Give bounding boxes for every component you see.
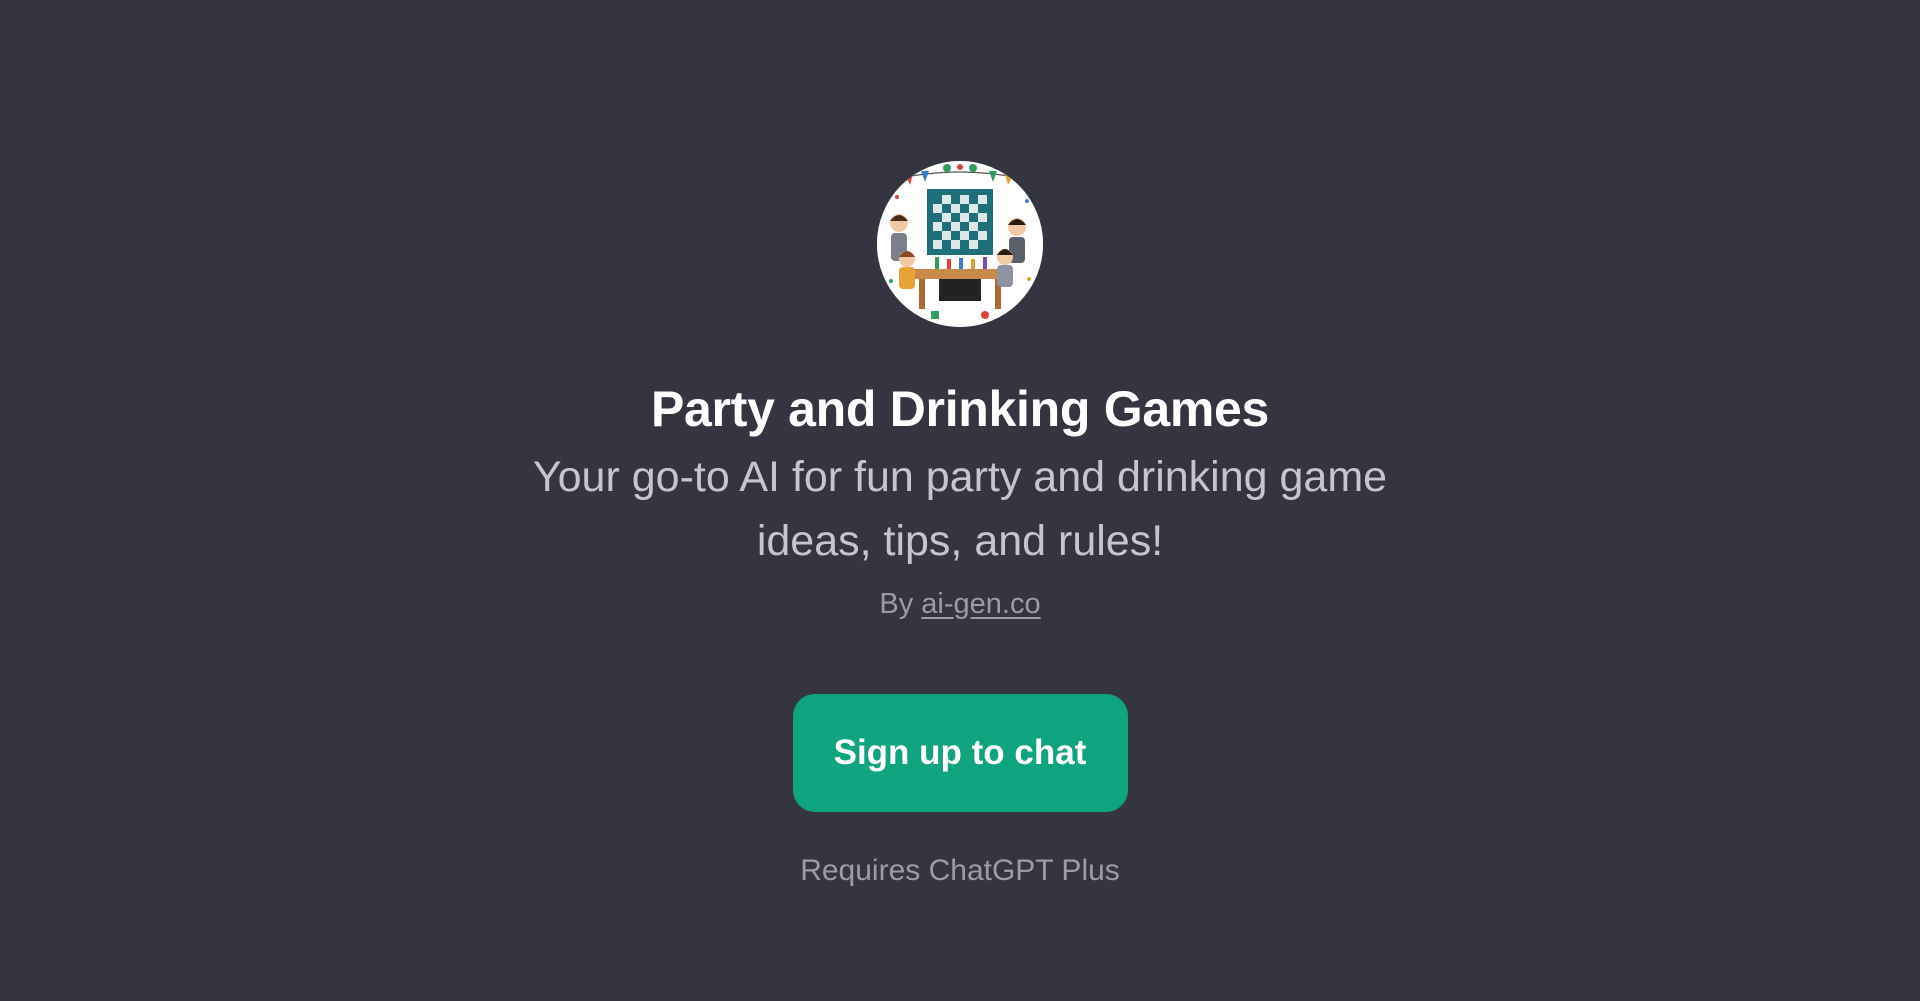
plan-requirement-note: Requires ChatGPT Plus	[800, 854, 1120, 887]
author-link[interactable]: ai-gen.co	[921, 588, 1040, 620]
sign-up-to-chat-button[interactable]: Sign up to chat	[792, 694, 1128, 812]
gpt-title: Party and Drinking Games	[651, 381, 1269, 437]
party-games-illustration-icon	[877, 161, 1043, 327]
gpt-description: Your go-to AI for fun party and drinking…	[532, 453, 1388, 565]
gpt-avatar	[877, 161, 1043, 327]
gpt-landing-page: Party and Drinking Games Your go-to AI f…	[0, 0, 1920, 1001]
byline-prefix: By	[879, 588, 914, 620]
author-byline: By ai-gen.co	[879, 585, 1040, 623]
